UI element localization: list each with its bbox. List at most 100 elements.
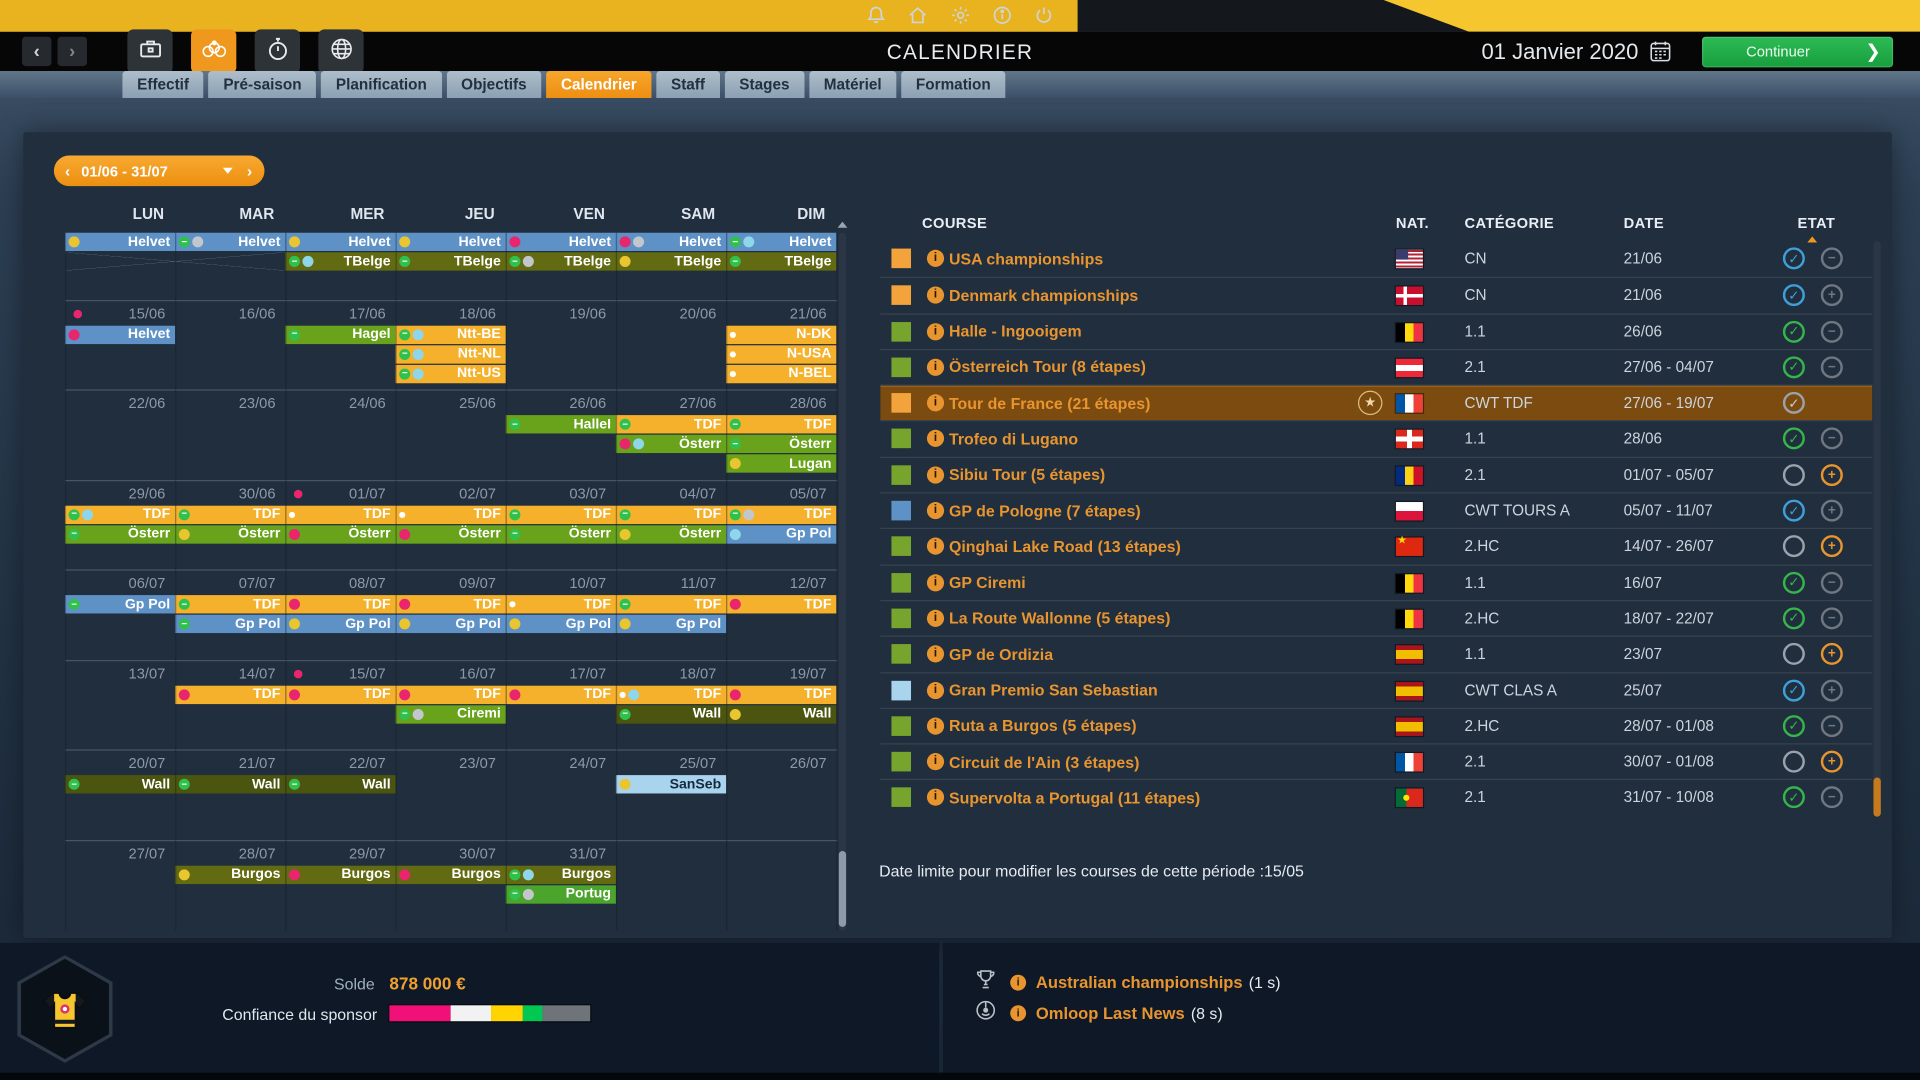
tab-calendrier[interactable]: Calendrier [546,71,652,98]
calendar-event-ntt-us[interactable]: − Ntt-US [395,364,506,383]
home-icon[interactable] [907,5,928,26]
calendar-date[interactable]: 19/07 [726,664,827,681]
status-plus-dim-icon[interactable]: + [1820,284,1843,307]
calendar-date[interactable]: 21/07 [175,754,276,771]
status-plus-dim-icon[interactable]: + [1820,499,1843,522]
course-name[interactable]: Ruta a Burgos (5 étapes) [949,717,1137,735]
calendar-date[interactable]: 23/06 [175,394,276,411]
calendar-event-tdf[interactable]: TDF [726,595,837,614]
calendar-event-tdf[interactable]: − TDF [615,415,727,434]
calendar-date[interactable]: 25/07 [616,754,717,771]
calendar-date[interactable]: 29/06 [65,484,166,501]
calendar-event-tdf[interactable]: TDF [726,685,837,704]
calendar-event-tdf[interactable]: TDF [175,685,286,704]
course-row[interactable]: i Sibiu Tour (5 étapes) 2.1 01/07 - 05/07 + [880,456,1873,492]
status-check-green-icon[interactable]: ✓ [1782,320,1805,343]
calendar-event-burgos[interactable]: Burgos [175,865,286,884]
tab-staff[interactable]: Staff [656,71,720,98]
calendar-date[interactable]: 26/06 [506,394,606,411]
calendar-event-tdf[interactable]: − TDF [505,505,616,524]
calendar-date[interactable]: 21/06 [726,304,827,321]
calendar-date[interactable]: 25/06 [396,394,496,411]
info-icon[interactable]: i [926,573,945,592]
course-name[interactable]: Gran Premio San Sebastian [949,681,1158,699]
info-icon[interactable]: i [926,358,945,376]
info-icon[interactable]: i [926,394,945,412]
course-row[interactable]: i Tour de France (21 étapes) ★ CWT TDF 27/06… [880,384,1873,421]
calendar-event-wall[interactable]: − Wall [64,775,176,794]
course-row[interactable]: i GP de Pologne (7 étapes) CWT TOURS A 05/0… [880,492,1873,528]
calendar-date[interactable]: 02/07 [396,484,496,501]
calendar-event-tdf[interactable]: TDF [285,505,396,524]
status-check-blue-icon[interactable]: ✓ [1782,499,1805,522]
status-check-blue-icon[interactable]: ✓ [1782,284,1805,307]
calendar-date[interactable]: 17/07 [506,664,606,681]
gear-icon[interactable] [950,5,971,26]
calendar-event-ciremi[interactable]: − Ciremi [395,704,506,724]
calendar-date[interactable]: 11/07 [616,574,717,591]
course-name[interactable]: Halle - Ingooigem [949,322,1082,340]
header-etat[interactable]: ETAT [1798,214,1836,238]
tab-objectifs[interactable]: Objectifs [446,71,542,98]
calendar-event-gp-pol[interactable]: − Gp Pol [64,595,176,614]
calendar-date[interactable]: 18/06 [396,304,496,321]
calendar-event-tdf[interactable]: − TDF [726,415,837,434]
calendar-event-hagel[interactable]: − Hagel [285,325,396,344]
calendar-event-tdf[interactable]: TDF [395,685,506,704]
calendar-date[interactable]: 31/07 [506,844,606,861]
tab-pr-saison[interactable]: Pré-saison [208,71,317,98]
calendar-event-tdf[interactable]: − TDF [726,505,837,524]
info-icon[interactable]: i [926,538,945,556]
calendar-date[interactable]: 05/07 [726,484,827,501]
calendar-event--sterr[interactable]: Österr [395,524,506,544]
calendar-event-helvet[interactable]: Helvet [615,232,727,252]
calendar-event-tbelge[interactable]: − TBelge [505,252,616,271]
calendar-event-wall[interactable]: − Wall [285,775,396,794]
status-check-blue-icon[interactable]: ✓ [1782,247,1805,270]
status-minus-dim-icon[interactable]: − [1820,786,1843,809]
tab-formation[interactable]: Formation [901,71,1006,98]
status-plus-orange-icon[interactable]: + [1820,750,1843,773]
info-icon[interactable] [992,5,1013,26]
info-icon[interactable]: i [926,645,945,663]
calendar-event-gp-pol[interactable]: − Gp Pol [175,614,286,634]
bell-icon[interactable] [866,5,887,26]
info-icon[interactable]: i [926,466,945,484]
status-minus-dim-icon[interactable]: − [1820,571,1843,594]
calendar-event-gp-pol[interactable]: Gp Pol [615,614,727,634]
course-name[interactable]: GP Ciremi [949,573,1026,591]
status-check-blue-icon[interactable]: ✓ [1782,679,1805,702]
calendar-event-tdf[interactable]: − TDF [615,505,727,524]
calendar-event-gp-pol[interactable]: Gp Pol [395,614,506,634]
calendar-date[interactable]: 20/06 [616,304,717,321]
calendar-event-tbelge[interactable]: − TBelge [285,252,396,271]
status-check-dim-icon[interactable]: ✓ [1782,392,1805,415]
calendar-event-helvet[interactable]: Helvet [395,232,506,252]
course-row[interactable]: i Denmark championships CN 21/06 ✓ + [880,277,1873,313]
news-item[interactable]: i Omloop Last News (8 s) [973,998,1223,1029]
status-check-green-icon[interactable]: ✓ [1782,607,1805,630]
status-plus-orange-icon[interactable]: + [1820,463,1843,486]
calendar-event-wall[interactable]: − Wall [175,775,286,794]
course-name[interactable]: Circuit de l'Ain (3 étapes) [949,753,1139,771]
status-minus-dim-icon[interactable]: − [1820,356,1843,379]
calendar-event-burgos[interactable]: − Burgos [505,865,616,884]
calendar-event-n-bel[interactable]: N-BEL [726,364,837,383]
course-name[interactable]: Sibiu Tour (5 étapes) [949,466,1105,484]
calendar-event-burgos[interactable]: Burgos [395,865,506,884]
calendar-date[interactable]: 17/06 [285,304,386,321]
course-row[interactable]: i Österreich Tour (8 étapes) 2.1 27/06 - 04… [880,348,1873,385]
status-plus-orange-icon[interactable]: + [1820,535,1843,558]
calendar-event-burgos[interactable]: Burgos [285,865,396,884]
calendar-event--sterr[interactable]: Österr [615,434,727,454]
course-row[interactable]: i Halle - Ingooigem 1.1 26/06 ✓ − [880,312,1873,349]
calendar-event-helvet[interactable]: Helvet [64,325,176,344]
course-name[interactable]: La Route Wallonne (5 étapes) [949,609,1170,627]
header-categorie[interactable]: CATÉGORIE [1464,214,1554,238]
course-row[interactable]: i USA championships CN 21/06 ✓ − [880,241,1872,277]
calendar-date[interactable]: 12/07 [726,574,827,591]
calendar-event-wall[interactable]: − Wall [615,704,727,724]
calendar-event--sterr[interactable]: Österr [175,524,286,544]
status-circle-empty-icon[interactable] [1782,535,1805,558]
tab-mat-riel[interactable]: Matériel [809,71,897,98]
